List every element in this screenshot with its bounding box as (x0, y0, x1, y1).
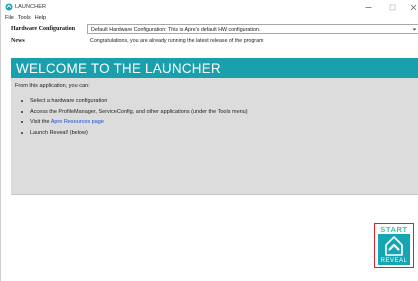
resources-link[interactable]: Apre Resources page (51, 119, 104, 125)
up-arrow-home-icon (385, 236, 403, 256)
close-icon[interactable] (406, 1, 418, 13)
reveal-label: REVEAL (380, 258, 408, 264)
list-item-text: Access the ProfileManager, ServiceConfig… (30, 108, 248, 115)
chevron-down-icon[interactable] (412, 27, 417, 34)
list-item: Launch Reveal! (below) (21, 130, 248, 141)
launch-area (11, 196, 418, 281)
hardware-config-row: Hardware Configuration Default Hardware … (1, 24, 418, 35)
launcher-app-icon (5, 3, 13, 11)
info-panel: From this application, you can: Select a… (11, 78, 418, 195)
news-text: Congratulations, you are already running… (90, 38, 264, 44)
launcher-window: LAUNCHER File Tools Help Hardware Config… (0, 0, 418, 281)
menu-file[interactable]: File (1, 14, 14, 23)
start-label: START (380, 225, 408, 234)
hardware-config-label: Hardware Configuration (11, 26, 76, 32)
bullet-icon (21, 131, 24, 134)
list-item: Access the ProfileManager, ServiceConfig… (21, 109, 248, 120)
menu-help[interactable]: Help (31, 14, 46, 23)
feature-list: Select a hardware configuration Access t… (21, 98, 248, 140)
hardware-config-value: Default Hardware Configuration: This is … (91, 26, 261, 33)
hardware-config-select[interactable]: Default Hardware Configuration: This is … (87, 24, 418, 34)
minimize-icon[interactable] (361, 1, 375, 13)
start-reveal-button[interactable]: START REVEAL (374, 223, 414, 268)
reveal-tile[interactable]: REVEAL (378, 234, 410, 265)
list-item-text: Launch Reveal! (below) (30, 129, 88, 136)
title-bar: LAUNCHER (1, 0, 418, 14)
maximize-icon[interactable] (385, 1, 399, 13)
list-item-text: Select a hardware configuration (30, 98, 108, 104)
window-title: LAUNCHER (15, 4, 47, 10)
welcome-banner: WELCOME TO THE LAUNCHER (11, 58, 418, 78)
news-label: News (11, 38, 25, 44)
news-row: News Congratulations, you are already ru… (1, 36, 418, 47)
list-item: Select a hardware configuration (21, 98, 248, 109)
banner-title: WELCOME TO THE LAUNCHER (16, 61, 221, 76)
menu-tools[interactable]: Tools (14, 14, 31, 23)
bullet-icon (21, 100, 24, 103)
list-item: Visit the Apre Resources page (21, 119, 248, 130)
bullet-icon (21, 110, 24, 113)
bullet-icon (21, 121, 24, 124)
menu-bar: File Tools Help (1, 14, 46, 23)
list-item-text: Visit the (30, 119, 51, 125)
intro-text: From this application, you can: (15, 83, 90, 89)
